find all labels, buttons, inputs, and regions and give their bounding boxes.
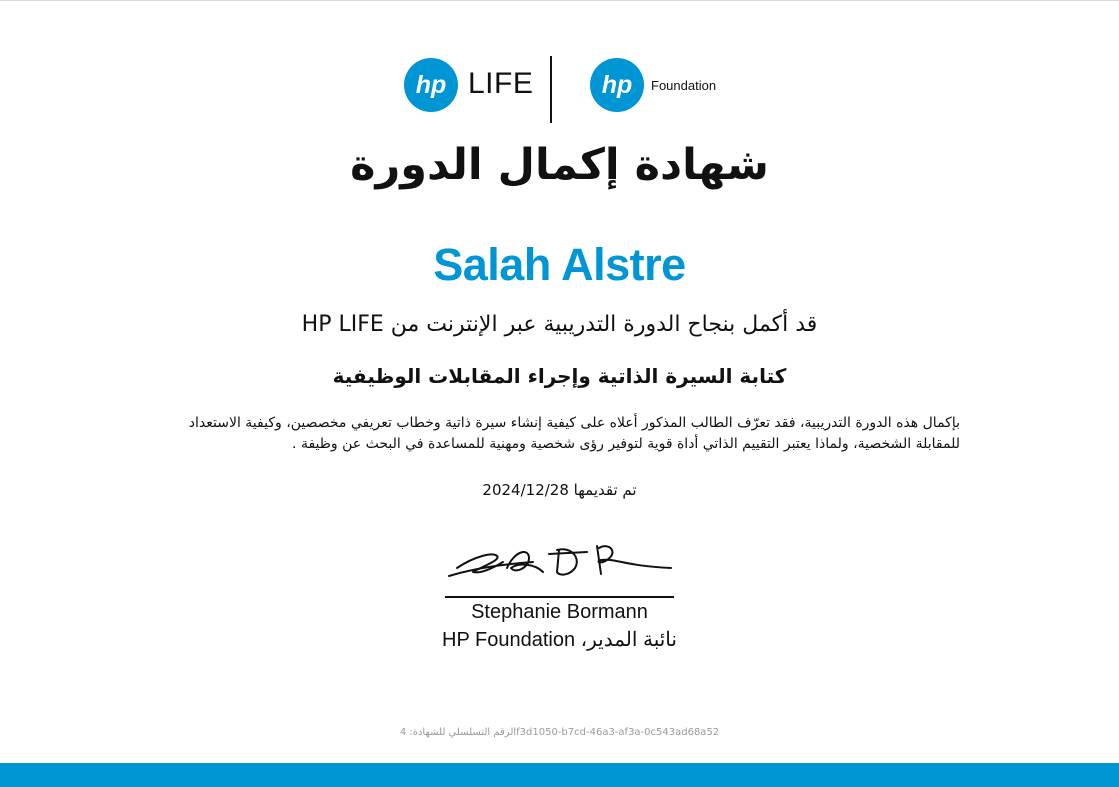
logo-divider (550, 56, 552, 123)
hp-logo-icon: hp (404, 58, 458, 112)
completion-statement: قد أكمل بنجاح الدورة التدريبية عبر الإنت… (301, 312, 818, 337)
hp-foundation-logo-mark: hp (602, 71, 633, 99)
signer-role: نائبة المدير، HP Foundation (442, 629, 677, 651)
certificate-title: شهادة إكمال الدورة (350, 140, 769, 190)
signature-image (448, 545, 672, 577)
course-name: كتابة السيرة الذاتية وإجراء المقابلات ال… (332, 364, 787, 388)
bottom-accent-bar (0, 763, 1119, 787)
top-border (0, 0, 1119, 1)
hp-life-wordmark: LIFE (468, 67, 534, 100)
foundation-wordmark: Foundation (651, 78, 717, 93)
recipient-name: Salah Alstre (433, 239, 686, 290)
signature-line (445, 596, 674, 598)
course-description: بإكمال هذه الدورة التدريبية، فقد تعرّف ا… (188, 415, 960, 452)
hp-foundation-logo-icon: hp (590, 58, 644, 112)
hp-logo-mark: hp (416, 71, 447, 99)
issue-date: تم تقديمها 2024/12/28 (482, 481, 637, 499)
certificate-serial: الرقم التسلسلي للشهادة: 4f3d1050-b7cd-46… (399, 727, 720, 738)
signer-name: Stephanie Bormann (471, 601, 648, 623)
